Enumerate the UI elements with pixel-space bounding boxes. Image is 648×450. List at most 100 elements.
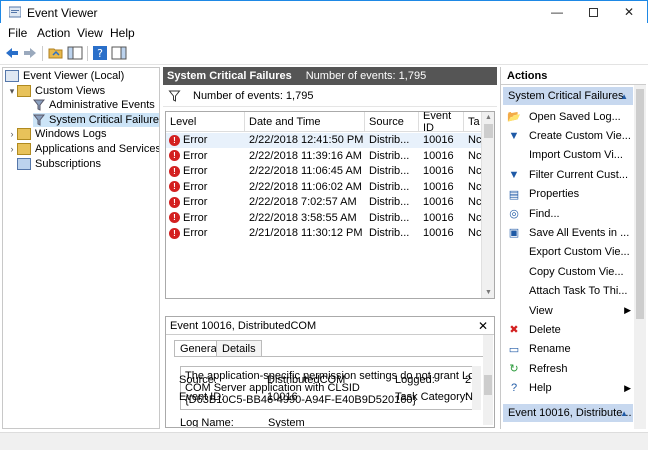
message-scrollbar[interactable] [472, 366, 481, 410]
cell-level-text: Error [183, 134, 208, 146]
action-label: Import Custom Vi... [529, 149, 623, 162]
tree-item-applications-and-services[interactable]: › Applications and Services Lo [7, 142, 159, 156]
cell-level: ! Error [169, 134, 243, 146]
center-pane: System Critical Failures Number of event… [163, 67, 497, 429]
cell-source: Distrib... [369, 149, 410, 162]
cell-level-text: Error [183, 165, 208, 177]
column-header-task[interactable]: Ta [464, 112, 482, 132]
log-name-label: Log Name: [180, 417, 234, 428]
events-vertical-scrollbar[interactable]: ▲ ▼ [481, 112, 494, 298]
minimize-button[interactable]: — [539, 1, 575, 23]
chevron-right-icon[interactable]: › [7, 144, 17, 154]
cell-task: Nc [468, 180, 482, 193]
scrollbar-thumb[interactable] [636, 89, 644, 319]
tree-item-administrative-events[interactable]: Administrative Events [32, 98, 155, 112]
column-header-event-id[interactable]: Event ID [419, 112, 464, 134]
action-open-saved-log[interactable]: 📂 Open Saved Log... [503, 107, 633, 126]
scrollbar-thumb[interactable] [484, 124, 493, 138]
error-icon: ! [169, 196, 180, 208]
tree-label: Administrative Events [49, 99, 155, 111]
action-import-custom-vi[interactable]: Import Custom Vi... [503, 146, 633, 165]
task-category-value: N [465, 391, 473, 403]
action-pane-icon[interactable] [111, 45, 127, 61]
actions-scrollbar[interactable] [634, 85, 646, 429]
close-button[interactable]: ✕ [611, 1, 647, 23]
tree-label: Event Viewer (Local) [23, 70, 125, 82]
section-label: System Critical Failures [508, 90, 624, 102]
cell-level: ! Error [169, 150, 243, 162]
delete-icon: ✖ [509, 324, 519, 337]
maximize-button[interactable] [575, 1, 611, 23]
actions-section-system-critical-failures[interactable]: System Critical Failures ▲ [503, 87, 633, 105]
scroll-up-icon[interactable]: ▲ [485, 114, 492, 121]
cell-source: Distrib... [369, 180, 410, 193]
table-row[interactable]: ! Error 2/22/2018 11:39:16 AM Distrib... 100… [166, 149, 482, 164]
event-message-box[interactable]: The application-specific permission sett… [180, 366, 480, 410]
action-refresh[interactable]: ↻ Refresh [503, 359, 633, 378]
actions-pane: Actions System Critical Failures ▲ 📂 Open… [500, 67, 646, 429]
menu-action[interactable]: Action [37, 26, 70, 40]
action-properties[interactable]: ▤ Properties [503, 185, 633, 204]
cell-date: 2/22/2018 11:39:16 AM [249, 149, 362, 162]
cell-date: 2/21/2018 11:30:12 PM [249, 227, 363, 239]
table-row[interactable]: ! Error 2/22/2018 11:06:02 AM Distrib... 100… [166, 180, 482, 195]
column-header-level[interactable]: Level [166, 112, 245, 132]
action-delete[interactable]: ✖ Delete [503, 320, 633, 339]
logged-label: Logged: [395, 374, 435, 386]
collapse-up-icon[interactable]: ▲ [620, 92, 628, 101]
menu-view[interactable]: View [77, 26, 103, 40]
action-export-custom-vie[interactable]: Export Custom Vie... [503, 243, 633, 262]
tree-item-subscriptions[interactable]: Subscriptions [17, 157, 101, 171]
error-icon: ! [169, 165, 180, 177]
chevron-right-icon[interactable]: › [7, 129, 17, 139]
splitter[interactable] [163, 303, 497, 315]
forward-arrow-icon[interactable] [22, 45, 38, 61]
column-header-source[interactable]: Source [365, 112, 419, 132]
table-row[interactable]: ! Error 2/21/2018 11:30:12 PM Distrib... 100… [166, 226, 482, 241]
action-attach-task-to-thi[interactable]: Attach Task To Thi... [503, 282, 633, 301]
action-filter-current-cust[interactable]: ▼ Filter Current Cust... [503, 165, 633, 184]
action-label: View [529, 304, 553, 317]
event-id-value: 10016 [267, 391, 298, 403]
column-header-date-and-time[interactable]: Date and Time [245, 112, 365, 132]
menu-file[interactable]: File [8, 26, 27, 40]
tree-item-custom-views[interactable]: ▾ Custom Views [7, 84, 105, 98]
table-row[interactable]: ! Error 2/22/2018 7:02:57 AM Distrib... 1001… [166, 195, 482, 210]
center-header-title: System Critical Failures [167, 70, 292, 82]
action-copy-custom-vie[interactable]: Copy Custom Vie... [503, 262, 633, 281]
console-tree-icon[interactable] [67, 45, 83, 61]
action-create-custom-vie[interactable]: ▼ Create Custom Vie... [503, 126, 633, 145]
close-icon[interactable]: ✕ [478, 319, 488, 333]
collapse-up-icon[interactable]: ▲ [620, 409, 628, 418]
tree-item-event-viewer-local[interactable]: Event Viewer (Local) [5, 69, 124, 83]
center-header: System Critical Failures Number of event… [163, 67, 497, 85]
action-label: Export Custom Vie... [529, 246, 630, 259]
menu-help[interactable]: Help [110, 26, 135, 40]
action-save-all-events-in[interactable]: ▣ Save All Events in ... [503, 223, 633, 242]
tree-item-windows-logs[interactable]: › Windows Logs [7, 127, 107, 141]
menu-bar: File Action View Help [0, 23, 648, 43]
cell-level-text: Error [183, 211, 208, 224]
action-rename[interactable]: ▭ Rename [503, 340, 633, 359]
source-value: DistributedCOM [267, 374, 346, 386]
details-scrollbar[interactable] [483, 335, 493, 425]
actions-header: Actions [501, 67, 646, 85]
open-folder-icon[interactable] [48, 45, 64, 61]
help-icon[interactable]: ? [92, 45, 108, 61]
tree-label: System Critical Failures [49, 114, 160, 126]
chevron-down-icon[interactable]: ▾ [7, 86, 17, 97]
back-arrow-icon[interactable] [4, 45, 20, 61]
cell-source: Distrib... [369, 196, 410, 208]
scroll-down-icon[interactable]: ▼ [485, 289, 492, 296]
subscriptions-icon [17, 158, 31, 170]
action-help[interactable]: ? Help ▶ [503, 379, 633, 398]
table-row[interactable]: ! Error 2/22/2018 3:58:55 AM Distrib... 1001… [166, 211, 482, 226]
tab-details[interactable]: Details [216, 340, 262, 357]
action-view[interactable]: View ▶ [503, 301, 633, 320]
scrollbar-thumb[interactable] [484, 375, 492, 395]
tree-item-system-critical-failures[interactable]: System Critical Failures [32, 113, 160, 127]
action-find[interactable]: ◎ Find... [503, 204, 633, 223]
table-row[interactable]: ! Error 2/22/2018 11:06:45 AM Distrib... 100… [166, 164, 482, 179]
actions-section-event[interactable]: Event 10016, Distribute... ▲ [503, 404, 633, 422]
table-row[interactable]: ! Error 2/22/2018 12:41:50 PM Distrib... 100… [166, 133, 482, 148]
